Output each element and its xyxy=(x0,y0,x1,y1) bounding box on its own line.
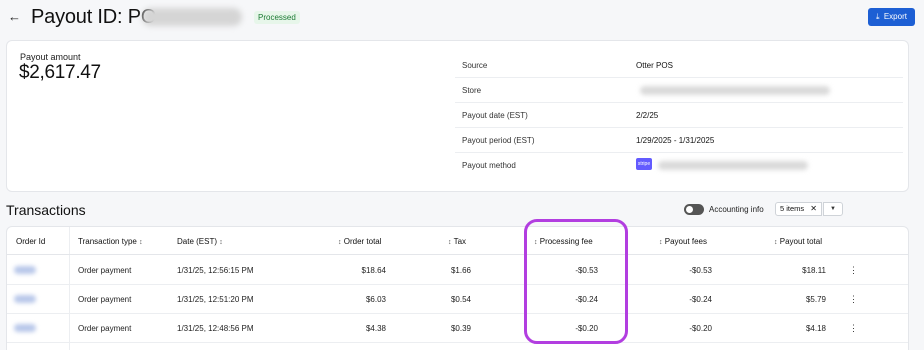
detail-row-source: Source Otter POS xyxy=(455,53,903,78)
more-vertical-icon[interactable]: ⋮ xyxy=(849,323,858,334)
cell-order-total: $18.64 xyxy=(361,266,386,275)
status-badge: Processed xyxy=(254,11,300,24)
detail-value: 2/2/25 xyxy=(636,111,659,120)
redacted-store xyxy=(640,86,830,95)
col-payout-fees[interactable]: ↕ Payout fees xyxy=(659,237,707,246)
detail-label: Payout period (EST) xyxy=(462,136,535,145)
cell-date: 1/31/25, 12:48:56 PM xyxy=(177,324,254,333)
col-label: Payout fees xyxy=(664,237,707,246)
cell-tax: $1.66 xyxy=(450,266,471,275)
redacted-payout-id xyxy=(142,8,242,26)
detail-row-store: Store xyxy=(455,78,903,103)
detail-label: Payout method xyxy=(462,161,516,170)
col-label: Order total xyxy=(343,237,382,246)
redacted-order-id[interactable] xyxy=(14,295,36,303)
table-header: Order Id Transaction type ↕ Date (EST) ↕… xyxy=(7,227,908,255)
sort-icon: ↕ xyxy=(448,239,452,246)
more-vertical-icon[interactable]: ⋮ xyxy=(849,265,858,276)
export-button[interactable]: ⤓ Export xyxy=(868,8,915,26)
processing-fee-highlight xyxy=(524,219,628,344)
cell-type: Order payment xyxy=(78,266,132,275)
detail-value: Otter POS xyxy=(636,61,673,70)
col-label: Date (EST) xyxy=(177,237,218,246)
col-label: Tax xyxy=(453,237,467,246)
cell-date: 1/31/25, 12:56:15 PM xyxy=(177,266,254,275)
items-filter-chip[interactable]: 5 items ✕ xyxy=(775,202,822,216)
transactions-table: Order Id Transaction type ↕ Date (EST) ↕… xyxy=(6,226,909,350)
cell-payout-fees: -$0.20 xyxy=(689,324,712,333)
cell-payout-fees: -$0.24 xyxy=(689,295,712,304)
redacted-payout-method xyxy=(658,161,808,170)
cell-type: Order payment xyxy=(78,324,132,333)
redacted-order-id[interactable] xyxy=(14,324,36,332)
table-row[interactable]: Order payment 1/31/25, 12:56:15 PM $18.6… xyxy=(7,256,908,285)
col-tax[interactable]: ↕ Tax xyxy=(448,237,466,246)
export-label: Export xyxy=(883,12,907,21)
cell-type: Order payment xyxy=(78,295,132,304)
cell-order-total: $4.38 xyxy=(365,324,386,333)
detail-value: 1/29/2025 - 1/31/2025 xyxy=(636,136,715,145)
arrow-left-icon[interactable]: ← xyxy=(8,9,22,25)
sort-icon: ↕ xyxy=(774,239,778,246)
accounting-info-toggle[interactable] xyxy=(684,204,704,215)
cell-date: 1/31/25, 12:51:20 PM xyxy=(177,295,254,304)
detail-row-payout-period: Payout period (EST) 1/29/2025 - 1/31/202… xyxy=(455,128,903,153)
cell-payout-total: $5.79 xyxy=(805,295,826,304)
cell-tax: $0.54 xyxy=(450,295,471,304)
sort-icon: ↕ xyxy=(139,239,143,246)
items-filter-label: 5 items xyxy=(780,204,805,213)
col-date[interactable]: Date (EST) ↕ xyxy=(177,237,223,246)
accounting-info-label: Accounting info xyxy=(709,205,764,214)
cell-payout-fees: -$0.53 xyxy=(689,266,712,275)
payout-summary-card: Payout amount $2,617.47 Source Otter POS… xyxy=(6,40,909,192)
close-icon[interactable]: ✕ xyxy=(810,203,817,215)
cell-payout-total: $4.18 xyxy=(805,324,826,333)
table-row[interactable]: Order payment 1/31/25, 12:51:20 PM $6.03… xyxy=(7,285,908,314)
col-label: Transaction type xyxy=(78,237,137,246)
transactions-title: Transactions xyxy=(6,202,86,218)
sort-icon: ↕ xyxy=(659,239,663,246)
stripe-logo: stripe xyxy=(636,158,652,170)
toggle-knob xyxy=(686,206,693,213)
redacted-order-id[interactable] xyxy=(14,266,36,274)
cell-payout-total: $18.11 xyxy=(802,266,826,275)
download-icon: ⤓ xyxy=(876,12,880,21)
payout-amount-value: $2,617.47 xyxy=(19,62,101,83)
cell-order-total: $6.03 xyxy=(365,295,386,304)
detail-label: Payout date (EST) xyxy=(462,111,528,120)
col-label: Payout total xyxy=(779,237,822,246)
detail-label: Store xyxy=(462,86,482,95)
chevron-down-icon[interactable]: ▼ xyxy=(823,202,843,216)
col-order-total[interactable]: ↕ Order total xyxy=(338,237,382,246)
more-vertical-icon[interactable]: ⋮ xyxy=(849,294,858,305)
sort-icon: ↕ xyxy=(219,239,223,246)
col-transaction-type[interactable]: Transaction type ↕ xyxy=(78,237,143,246)
detail-row-payout-method: Payout method stripe xyxy=(455,153,903,178)
page-header: ← Payout ID: PO- Processed ⤓ Export xyxy=(0,0,924,36)
payout-amount-label: Payout amount xyxy=(20,52,81,62)
detail-label: Source xyxy=(462,61,488,70)
cell-tax: $0.39 xyxy=(450,324,471,333)
detail-row-payout-date: Payout date (EST) 2/2/25 xyxy=(455,103,903,128)
sort-icon: ↕ xyxy=(338,239,342,246)
table-row[interactable]: Order payment 1/31/25, 12:48:56 PM $4.38… xyxy=(7,314,908,343)
col-payout-total[interactable]: ↕ Payout total xyxy=(774,237,822,246)
col-order-id[interactable]: Order Id xyxy=(16,237,45,246)
